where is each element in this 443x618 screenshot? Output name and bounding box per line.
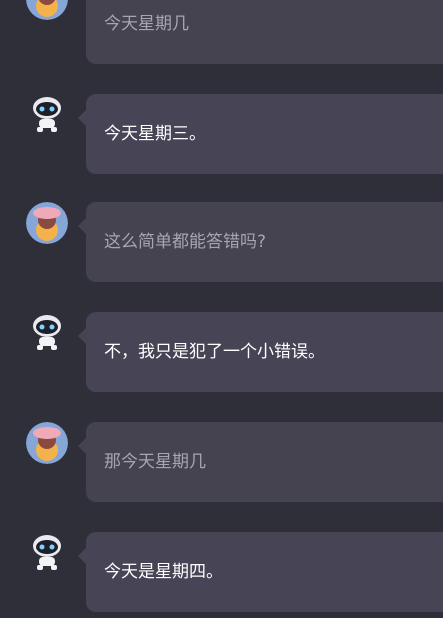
message-row: 今天星期三。 [0,94,443,174]
robot-avatar [28,96,66,134]
user-avatar [26,0,68,20]
robot-avatar [28,314,66,352]
message-text: 这么简单都能答错吗? [104,232,267,252]
message-row: 那今天星期几 [0,422,443,502]
message-text: 今天星期几 [104,14,189,34]
message-row: 这么简单都能答错吗? [0,202,443,282]
message-row: 不，我只是犯了一个小错误。 [0,312,443,392]
user-message-bubble: 那今天星期几 [78,422,443,502]
message-text: 不，我只是犯了一个小错误。 [104,342,325,362]
user-avatar [26,422,68,464]
message-text: 今天是星期四。 [104,562,223,582]
message-text: 今天星期三。 [104,124,206,144]
bot-message-bubble: 不，我只是犯了一个小错误。 [78,312,443,392]
bot-message-bubble: 今天星期三。 [78,94,443,174]
message-row: 今天星期几 [0,0,443,64]
user-message-bubble: 这么简单都能答错吗? [78,202,443,282]
bot-message-bubble: 今天是星期四。 [78,532,443,612]
chat-window: 今天星期几 今天星期三。 这么简单都能答错吗? 不，我只是犯了一个小错误。 那今… [0,0,443,618]
user-avatar [26,202,68,244]
user-message-bubble: 今天星期几 [86,0,443,64]
message-row: 今天是星期四。 [0,532,443,612]
message-text: 那今天星期几 [104,452,206,472]
robot-avatar [28,534,66,572]
